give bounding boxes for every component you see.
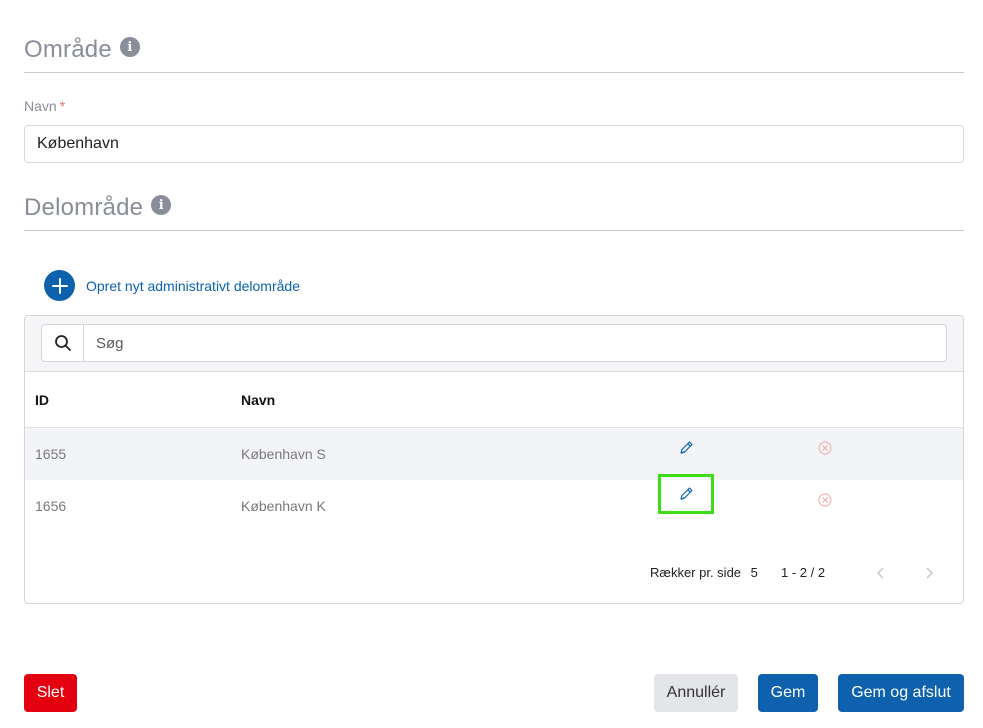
search-bar: Søg [25, 316, 963, 372]
table-row: 1656 København K [25, 474, 963, 532]
column-header-id[interactable]: ID [25, 392, 241, 408]
table-row: 1655 København S [25, 428, 963, 480]
plus-icon [44, 270, 75, 301]
area-section-title: Område i [24, 36, 140, 64]
row-id: 1655 [35, 446, 67, 462]
delete-button[interactable]: Slet [24, 674, 77, 712]
name-field-label: Navn * [24, 98, 66, 114]
edit-icon[interactable] [658, 474, 714, 514]
table-header: ID Navn [25, 372, 963, 428]
chevron-right-icon[interactable] [919, 563, 939, 583]
edit-icon[interactable] [658, 428, 714, 468]
page-range: 1 - 2 / 2 [781, 565, 826, 580]
save-button[interactable]: Gem [758, 674, 818, 712]
pagination: Rækker pr. side 5 1 - 2 / 2 [25, 561, 963, 585]
row-id: 1656 [35, 498, 67, 514]
subarea-section-title: Delområde i [24, 194, 172, 222]
delete-icon[interactable] [817, 440, 833, 456]
search-box: Søg [41, 324, 947, 362]
chevron-left-icon[interactable] [871, 563, 891, 583]
info-icon[interactable]: i [119, 37, 140, 57]
save-and-close-button[interactable]: Gem og afslut [838, 674, 964, 712]
name-input-value: København [37, 135, 119, 152]
area-title: Område [24, 36, 112, 63]
search-icon[interactable] [42, 325, 84, 361]
column-header-name[interactable]: Navn [241, 392, 641, 408]
subarea-title: Delområde [24, 194, 144, 221]
divider [24, 72, 964, 73]
required-mark: * [59, 98, 66, 114]
search-input[interactable]: Søg [84, 335, 946, 352]
subarea-table: Søg ID Navn 1655 København S 1656 Københ… [24, 315, 964, 604]
divider [24, 230, 964, 231]
create-subarea-label: Opret nyt administrativt delområde [86, 277, 300, 294]
rows-per-page[interactable]: Rækker pr. side 5 [650, 565, 758, 580]
cancel-button[interactable]: Annullér [654, 674, 738, 712]
name-input[interactable]: København [24, 125, 964, 163]
row-name: København K [241, 498, 326, 514]
info-icon[interactable]: i [151, 195, 172, 215]
create-subarea-button[interactable]: Opret nyt administrativt delområde [44, 270, 300, 301]
row-name: København S [241, 446, 326, 462]
rows-per-page-value: 5 [750, 565, 758, 580]
delete-icon[interactable] [817, 492, 833, 508]
